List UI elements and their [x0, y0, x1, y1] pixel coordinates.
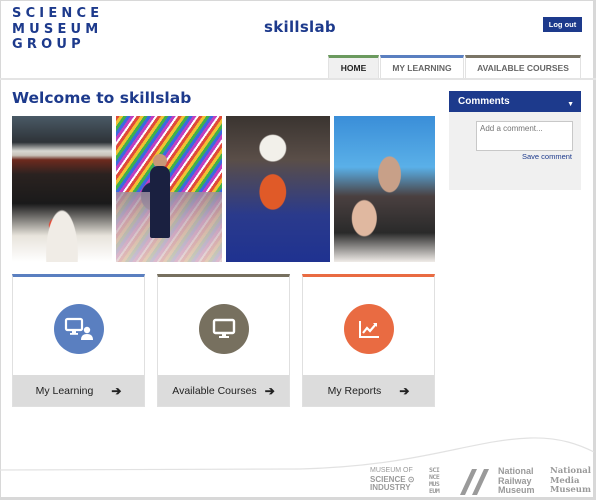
national-media-museum-logo[interactable]: National Media Museum — [550, 466, 591, 496]
save-comment-link[interactable]: Save comment — [522, 152, 572, 161]
monitor-user-icon — [54, 304, 104, 354]
arrow-right-icon: ➔ — [264, 383, 275, 398]
monitor-icon — [199, 304, 249, 354]
page-title: Welcome to skillslab — [12, 89, 192, 107]
line-chart-icon — [344, 304, 394, 354]
logo-line: GROUP — [12, 37, 85, 52]
logo-line: MUSEUM — [12, 21, 103, 37]
science-museum-group-logo[interactable]: SCIENCE MUSEUM GROUP — [12, 6, 103, 53]
light-installation-photo — [116, 116, 222, 262]
arrow-right-icon: ➔ — [111, 383, 122, 398]
available-courses-link[interactable]: Available Courses ➔ — [158, 375, 289, 406]
available-courses-tile[interactable]: Available Courses ➔ — [157, 274, 290, 407]
comments-body: Save comment — [449, 112, 581, 190]
comments-header[interactable]: Comments ▼ — [449, 91, 581, 112]
tab-available-courses[interactable]: AVAILABLE COURSES — [465, 55, 581, 78]
tab-my-learning[interactable]: MY LEARNING — [380, 55, 464, 78]
partner-logos: MUSEUM OF SCIENCE ⊙ INDUSTRY SCI NCE MUS… — [370, 466, 592, 497]
tab-home[interactable]: HOME — [328, 55, 379, 78]
comments-panel: Comments ▼ Save comment — [449, 91, 581, 190]
photo-strip — [12, 116, 435, 262]
interactive-exhibit-photo — [334, 116, 435, 262]
arrow-right-icon: ➔ — [399, 383, 410, 398]
logo-text: Museum — [550, 485, 591, 495]
app-title: skillslab — [264, 18, 336, 36]
header-divider — [0, 78, 596, 80]
my-learning-link[interactable]: My Learning ➔ — [13, 375, 144, 406]
my-learning-tile[interactable]: My Learning ➔ — [12, 274, 145, 407]
tile-label: My Learning — [35, 384, 94, 397]
comments-title: Comments — [458, 96, 510, 107]
my-reports-tile[interactable]: My Reports ➔ — [302, 274, 435, 407]
logo-text: Museum — [498, 485, 535, 495]
main-nav-tabs: HOME MY LEARNING AVAILABLE COURSES — [328, 55, 582, 78]
gala-dinner-photo — [12, 116, 112, 262]
science-museum-logo[interactable]: SCI NCE MUS EUM — [429, 467, 440, 495]
logout-button[interactable]: Log out — [543, 17, 582, 32]
national-railway-museum-logo[interactable]: National Railway Museum — [498, 466, 535, 496]
tile-label: Available Courses — [172, 384, 257, 397]
astronaut-schoolchildren-photo — [226, 116, 330, 262]
comment-input[interactable] — [476, 121, 573, 151]
railway-slash-logo-icon — [460, 469, 489, 495]
logo-line: SCIENCE — [12, 6, 104, 21]
logo-text: EUM — [429, 487, 440, 495]
my-reports-link[interactable]: My Reports ➔ — [303, 375, 434, 406]
museum-of-science-industry-logo[interactable]: MUSEUM OF SCIENCE ⊙ INDUSTRY — [370, 467, 415, 493]
tile-label: My Reports — [327, 384, 382, 397]
logo-text: INDUSTRY — [370, 483, 411, 492]
